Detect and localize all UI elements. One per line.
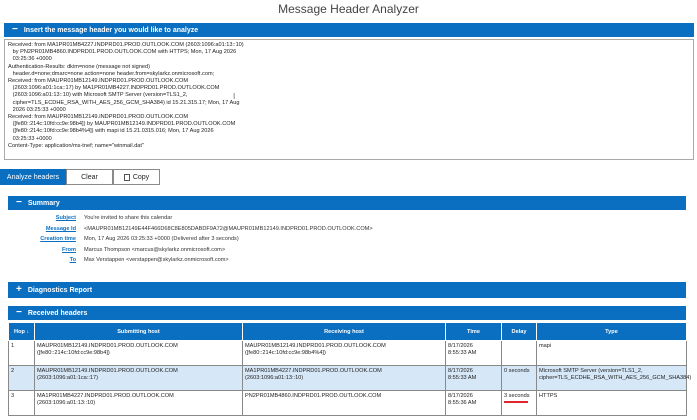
cell-submitting: MA1PR01MB4227.INDPRD01.PROD.OUTLOOK.COM … bbox=[34, 390, 243, 416]
cell-receiving: MA1PR01MB4227.INDPRD01.PROD.OUTLOOK.COM … bbox=[242, 365, 446, 391]
cell-submitting: MAUPR01MB12149.INDPRD01.PROD.OUTLOOK.COM… bbox=[34, 340, 243, 366]
header-line: Received: from MAUPR01MB12149.INDPRD01.P… bbox=[8, 114, 188, 121]
column-header-hop[interactable]: Hop ↓ bbox=[8, 322, 35, 341]
summary-value: Marcus Thompson <marcus@skylarkz.onmicro… bbox=[84, 246, 226, 253]
header-line: by PN2PR01MB4860.INDPRD01.PROD.OUTLOOK.C… bbox=[8, 49, 237, 56]
header-line: Received: from MAUPR01MB12149.INDPRD01.P… bbox=[8, 78, 188, 85]
header-textarea[interactable]: Received: from MA1PR01MB4227.INDPRD01.PR… bbox=[4, 39, 694, 160]
summary-label[interactable]: Subject bbox=[8, 215, 84, 221]
cell-time: 8/17/2026 8:55:36 AM bbox=[445, 390, 502, 416]
column-header-receiving[interactable]: Receiving host bbox=[242, 322, 446, 341]
header-line: Content-Type: application/ms-tnef; name=… bbox=[8, 142, 144, 149]
cell-receiving: PN2PR01MB4860.INDPRD01.PROD.OUTLOOK.COM bbox=[242, 390, 446, 416]
action-buttons: Analyze headers Clear Copy bbox=[0, 169, 160, 185]
copy-icon bbox=[123, 173, 130, 181]
cell-submitting: MAUPR01MB12149.INDPRD01.PROD.OUTLOOK.COM… bbox=[34, 365, 243, 391]
received-section-title: Received headers bbox=[27, 309, 88, 317]
summary-label[interactable]: From bbox=[8, 247, 84, 253]
header-line: 03:25:33 +0000 bbox=[8, 135, 52, 142]
header-line: Received: from MA1PR01MB4227.INDPRD01.PR… bbox=[8, 42, 244, 48]
cell-time: 8/17/2026 8:55:33 AM bbox=[445, 365, 502, 391]
cell-type: HTTPS bbox=[536, 390, 687, 416]
column-header-submitting[interactable]: Submitting host bbox=[34, 322, 243, 341]
cell-delay: 3 seconds bbox=[501, 390, 537, 416]
text-cursor-icon: I bbox=[233, 92, 236, 101]
cell-hop: 3 bbox=[8, 390, 35, 416]
table-header-row: Hop ↓ Submitting host Receiving host Tim… bbox=[8, 322, 687, 341]
cell-hop: 1 bbox=[8, 340, 35, 366]
summary-row-from: From Marcus Thompson <marcus@skylarkz.on… bbox=[8, 245, 686, 256]
header-line: Authentication-Results: dkim=none (messa… bbox=[8, 63, 150, 70]
table-row: 3 MA1PR01MB4227.INDPRD01.PROD.OUTLOOK.CO… bbox=[8, 390, 687, 416]
collapse-icon[interactable]: − bbox=[12, 25, 18, 35]
received-section-header[interactable]: − Received headers bbox=[8, 306, 686, 320]
input-section-header[interactable]: − Insert the message header you would li… bbox=[4, 23, 694, 37]
header-line: ([fe80::214c:10fd:cc9e:98b4%4]) with map… bbox=[8, 128, 214, 135]
received-headers-table: Hop ↓ Submitting host Receiving host Tim… bbox=[8, 322, 691, 416]
input-section-title: Insert the message header you would like… bbox=[23, 26, 199, 34]
cell-time: 8/17/2026 8:55:33 AM bbox=[445, 340, 502, 366]
summary-label[interactable]: To bbox=[8, 257, 84, 263]
column-header-time[interactable]: Time bbox=[445, 322, 502, 341]
analyze-headers-button[interactable]: Analyze headers bbox=[0, 169, 66, 185]
summary-value: You're invited to share this calendar bbox=[84, 215, 173, 222]
collapse-icon[interactable]: − bbox=[16, 198, 22, 208]
summary-label[interactable]: Creation time bbox=[8, 236, 84, 242]
clear-button[interactable]: Clear bbox=[66, 169, 113, 185]
summary-label[interactable]: Message Id bbox=[8, 226, 84, 232]
cell-hop: 2 bbox=[8, 365, 35, 391]
header-line: (2603:1096:a01:1ca::17) by MA1PR01MB4227… bbox=[8, 85, 220, 92]
cell-receiving: MAUPR01MB12149.INDPRD01.PROD.OUTLOOK.COM… bbox=[242, 340, 446, 366]
table-row: 2 MAUPR01MB12149.INDPRD01.PROD.OUTLOOK.C… bbox=[8, 365, 691, 391]
summary-value: Mon, 17 Aug 2026 03:25:33 +0000 (Deliver… bbox=[84, 236, 239, 243]
summary-value: <MAUPR01MB12149E44F466D68C8E805DABDF9A72… bbox=[84, 225, 373, 232]
cell-type: mapi bbox=[536, 340, 687, 366]
summary-section-title: Summary bbox=[27, 199, 60, 207]
column-header-delay[interactable]: Delay bbox=[501, 322, 537, 341]
delay-bar bbox=[504, 401, 528, 403]
delay-value: 3 seconds bbox=[504, 393, 530, 399]
summary-section-header[interactable]: − Summary bbox=[8, 196, 686, 210]
header-line: (2603:1096:a01:13::10) with Microsoft SM… bbox=[8, 92, 188, 99]
cell-delay bbox=[501, 340, 537, 366]
header-line: cipher=TLS_ECDHE_RSA_WITH_AES_256_GCM_SH… bbox=[8, 99, 240, 106]
summary-panel: Subject You're invited to share this cal… bbox=[8, 213, 686, 266]
summary-value: Max Verstappen <verstappen@skylarkz.onmi… bbox=[84, 257, 229, 264]
expand-icon[interactable]: + bbox=[16, 285, 22, 295]
column-header-type[interactable]: Type bbox=[536, 322, 687, 341]
copy-button-label: Copy bbox=[132, 173, 150, 181]
app-title: Message Header Analyzer bbox=[278, 2, 419, 16]
header-line: 03:25:36 +0000 bbox=[8, 56, 52, 63]
cell-delay: 0 seconds bbox=[501, 365, 537, 391]
cell-type: Microsoft SMTP Server (version=TLS1_2, c… bbox=[536, 365, 691, 391]
summary-row-subject: Subject You're invited to share this cal… bbox=[8, 213, 686, 224]
copy-button[interactable]: Copy bbox=[113, 169, 160, 185]
header-line: ([fe80::214c:10fd:cc9e:98b4]) by MAUPR01… bbox=[8, 121, 236, 128]
sort-down-icon: ↓ bbox=[26, 328, 29, 335]
summary-row-message-id: Message Id <MAUPR01MB12149E44F466D68C8E8… bbox=[8, 224, 686, 235]
summary-row-to: To Max Verstappen <verstappen@skylarkz.o… bbox=[8, 255, 686, 266]
summary-row-creation-time: Creation time Mon, 17 Aug 2026 03:25:33 … bbox=[8, 234, 686, 245]
collapse-icon[interactable]: − bbox=[16, 308, 22, 318]
diagnostics-section-title: Diagnostics Report bbox=[27, 286, 93, 294]
header-line: header.d=none;dmarc=none action=none hea… bbox=[8, 70, 215, 77]
header-line: 2026 03:25:33 +0000 bbox=[8, 106, 66, 113]
diagnostics-section-header[interactable]: + Diagnostics Report bbox=[8, 282, 686, 298]
table-row: 1 MAUPR01MB12149.INDPRD01.PROD.OUTLOOK.C… bbox=[8, 340, 687, 366]
